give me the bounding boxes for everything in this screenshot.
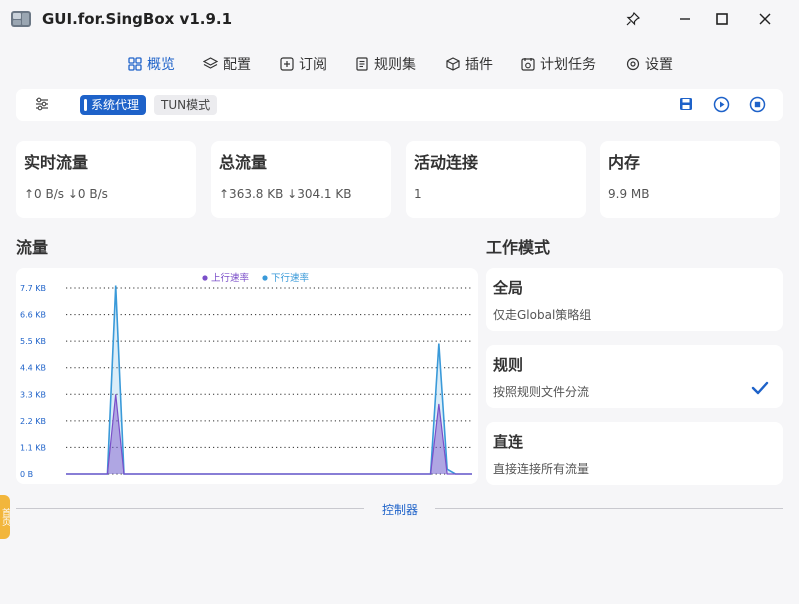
save-icon[interactable] — [679, 97, 693, 111]
y-tick-label: 5.5 KB — [20, 337, 46, 346]
nav-label: 订阅 — [299, 57, 327, 73]
proxy-toolbar: 系统代理 TUN模式 — [16, 89, 783, 121]
series-line-1 — [66, 285, 472, 475]
y-tick-label: 1.1 KB — [20, 443, 46, 452]
title-bar: GUI.for.SingBox v1.9.1 — [0, 0, 799, 38]
card-title: 实时流量 — [24, 153, 89, 172]
series-area-0 — [66, 394, 472, 474]
close-icon — [759, 13, 771, 25]
mode-card-direct[interactable]: 直连 直接连接所有流量 — [486, 422, 783, 485]
nav-label: 计划任务 — [540, 57, 596, 73]
mode-title: 直连 — [493, 433, 524, 451]
ruleset-list-icon — [356, 57, 368, 71]
app-logo-icon — [11, 11, 31, 27]
legend-label: 下行速率 — [271, 272, 310, 284]
controller-link[interactable]: 控制器 — [370, 501, 430, 518]
card-value: ↑363.8 KB ↓304.1 KB — [219, 187, 352, 201]
card-title: 活动连接 — [414, 153, 479, 172]
nav-label: 插件 — [465, 57, 493, 73]
card-title: 内存 — [608, 153, 641, 172]
layers-icon — [203, 57, 218, 69]
nav-label: 概览 — [147, 57, 175, 73]
legend-label: 上行速率 — [211, 272, 250, 284]
mode-desc: 直接连接所有流量 — [493, 462, 590, 476]
stat-card-memory: 内存 9.9 MB — [600, 141, 780, 218]
mode-desc: 按照规则文件分流 — [493, 385, 590, 399]
tun-mode-toggle[interactable]: TUN模式 — [154, 95, 218, 115]
y-tick-label: 2.2 KB — [20, 417, 46, 426]
traffic-section-title: 流量 — [16, 238, 49, 257]
nav-label: 配置 — [223, 57, 251, 73]
card-title: 总流量 — [219, 153, 268, 172]
nav-item-rulesets[interactable]: 规则集 — [355, 54, 416, 74]
series-area-1 — [66, 285, 472, 474]
nav-item-overview[interactable]: 概览 — [128, 54, 175, 74]
main-nav: 概览 配置 订阅 规则集 插件 计划任务 设置 — [0, 46, 799, 80]
y-tick-label: 0 B — [20, 470, 33, 479]
system-proxy-toggle[interactable]: 系统代理 — [80, 95, 147, 115]
nav-item-profiles[interactable]: 配置 — [203, 54, 251, 74]
mode-card-global[interactable]: 全局 仅走Global策略组 — [486, 268, 783, 331]
card-value: 1 — [414, 187, 422, 201]
y-tick-label: 6.6 KB — [20, 311, 46, 320]
card-value: ↑0 B/s ↓0 B/s — [24, 187, 108, 201]
mode-section-title: 工作模式 — [486, 238, 551, 257]
overview-grid-icon — [128, 57, 142, 71]
subscription-plus-icon — [280, 57, 294, 71]
stop-icon[interactable] — [749, 96, 766, 113]
nav-item-subscriptions[interactable]: 订阅 — [280, 54, 327, 74]
settings-gear-icon — [626, 57, 640, 71]
nav-item-settings[interactable]: 设置 — [626, 54, 673, 74]
restart-play-icon[interactable] — [713, 96, 730, 113]
app-title: GUI.for.SingBox v1.9.1 — [42, 10, 233, 28]
divider-left — [16, 508, 364, 509]
plugin-box-icon — [446, 57, 460, 71]
mode-title: 全局 — [493, 279, 524, 297]
series-line-0 — [66, 394, 472, 475]
stat-card-active-connections[interactable]: 活动连接 1 — [406, 141, 586, 218]
card-value: 9.9 MB — [608, 187, 650, 201]
sliders-icon[interactable] — [35, 96, 49, 112]
mode-desc: 仅走Global策略组 — [493, 308, 592, 322]
pin-icon — [626, 12, 640, 26]
scheduled-tasks-icon — [521, 58, 535, 71]
side-tab[interactable]: 首页 — [0, 495, 10, 539]
close-button[interactable] — [754, 9, 776, 29]
minimize-button[interactable] — [674, 9, 696, 29]
pin-button[interactable] — [622, 9, 644, 29]
y-tick-label: 3.3 KB — [20, 390, 46, 399]
stat-card-realtime-traffic: 实时流量 ↑0 B/s ↓0 B/s — [16, 141, 196, 218]
legend-dot — [262, 275, 268, 281]
nav-item-scheduled-tasks[interactable]: 计划任务 — [521, 54, 596, 74]
mode-title: 规则 — [493, 356, 524, 374]
divider-right — [435, 508, 783, 509]
y-tick-label: 7.7 KB — [20, 284, 46, 293]
nav-label: 规则集 — [374, 57, 416, 73]
y-tick-label: 4.4 KB — [20, 364, 46, 373]
maximize-icon — [716, 13, 728, 25]
nav-label: 设置 — [645, 57, 673, 73]
traffic-chart: 0 B 1.1 KB 2.2 KB 3.3 KB 4.4 KB 5.5 KB 6.6 KB 7… — [16, 268, 478, 484]
minimize-icon — [680, 18, 690, 20]
nav-item-plugins[interactable]: 插件 — [446, 54, 493, 74]
mode-card-rule[interactable]: 规则 按照规则文件分流 — [486, 345, 783, 408]
maximize-button[interactable] — [711, 9, 733, 29]
stat-card-total-traffic: 总流量 ↑363.8 KB ↓304.1 KB — [211, 141, 391, 218]
traffic-chart-svg: 0 B 1.1 KB 2.2 KB 3.3 KB 4.4 KB 5.5 KB 6.6 KB 7… — [20, 272, 472, 479]
check-icon — [751, 381, 769, 395]
legend-dot — [202, 275, 208, 281]
